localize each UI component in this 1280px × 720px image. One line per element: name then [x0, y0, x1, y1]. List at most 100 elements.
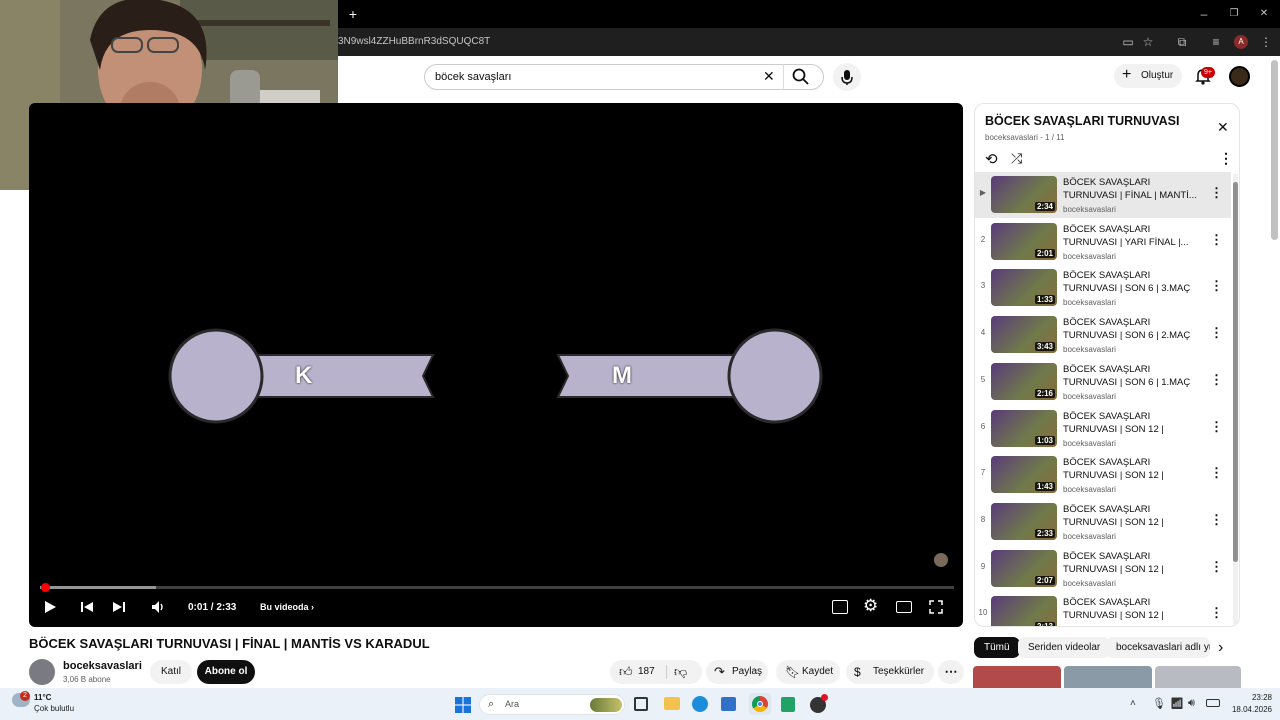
channel-name[interactable]: boceksavaslari — [63, 660, 142, 672]
recommended-thumbnail[interactable] — [973, 666, 1061, 688]
playlist-item[interactable]: 8 2:33 BÖCEK SAVAŞLARI TURNUVASI | SON 12 … — [975, 499, 1231, 545]
playlist-item-title[interactable]: BÖCEK SAVAŞLARI TURNUVASI | FİNAL | MANT… — [1063, 176, 1201, 202]
playlist-item-menu-icon[interactable]: ⋮ — [1210, 559, 1223, 574]
playlist-item-thumbnail[interactable]: 2:34 — [991, 176, 1057, 213]
video-player[interactable]: K M — [29, 103, 963, 627]
playlist-item-menu-icon[interactable]: ⋮ — [1210, 232, 1223, 247]
profile-avatar[interactable]: A — [1234, 35, 1248, 49]
playlist-item-menu-icon[interactable]: ⋮ — [1210, 466, 1223, 480]
playlist-item-menu-icon[interactable]: ⋮ — [1210, 372, 1223, 387]
playlist-item-title[interactable]: BÖCEK SAVAŞLARI TURNUVASI | SON 12 | 5.M… — [1063, 456, 1201, 482]
playlist-item-menu-icon[interactable]: ⋮ — [1210, 512, 1223, 527]
speaker-icon[interactable]: 🔊︎ — [1188, 697, 1195, 710]
subtitles-icon[interactable] — [832, 600, 848, 614]
window-close-button[interactable]: ✕ — [1256, 6, 1272, 22]
save-button[interactable]: 🔖︎ Kaydet — [776, 660, 840, 684]
voice-search-button[interactable] — [833, 63, 861, 91]
window-maximize-button[interactable]: ❐ — [1226, 6, 1242, 22]
join-button[interactable]: Katıl — [150, 660, 192, 684]
loop-icon[interactable]: ⟲ — [985, 150, 998, 168]
bookmark-star-icon[interactable]: ☆ — [1140, 34, 1156, 50]
playlist-item[interactable]: 10 2:13 BÖCEK SAVAŞLARI TURNUVASI | SON 12… — [975, 592, 1231, 626]
playlist-item-thumbnail[interactable]: 2:01 — [991, 222, 1057, 260]
playlist-item[interactable]: 7 1:43 BÖCEK SAVAŞLARI TURNUVASI | SON 12 … — [975, 452, 1231, 498]
chip-channel[interactable]: boceksavaslari adlı yü — [1106, 637, 1210, 658]
browser-menu-icon[interactable]: ⋮ — [1258, 34, 1274, 50]
cast-icon[interactable]: ▭ — [1120, 34, 1136, 50]
task-view-icon[interactable] — [634, 697, 648, 711]
spreadsheet-app-icon[interactable] — [781, 697, 795, 712]
like-thumb-icon[interactable]: 👍︎ — [619, 660, 633, 684]
share-button[interactable]: ↷ Paylaş — [706, 660, 768, 684]
playlist-item-title[interactable]: BÖCEK SAVAŞLARI TURNUVASI | SON 12 | 6.M… — [1063, 410, 1201, 436]
playlist-item-menu-icon[interactable]: ⋮ — [1210, 279, 1223, 293]
thanks-button[interactable]: $ Teşekkürler — [846, 660, 934, 684]
search-input[interactable]: böcek savaşları — [435, 71, 511, 83]
channel-avatar[interactable] — [29, 659, 55, 685]
play-button[interactable] — [42, 599, 58, 618]
battery-icon[interactable] — [1206, 699, 1220, 707]
playlist-menu-icon[interactable]: ⋮ — [1219, 150, 1233, 167]
microphone-tray-icon[interactable]: 🎙︎ — [1152, 697, 1166, 710]
playlist-item-menu-icon[interactable]: ⋮ — [1210, 326, 1223, 340]
playlist-item-title[interactable]: BÖCEK SAVAŞLARI TURNUVASI | YARI FİNAL |… — [1063, 223, 1201, 249]
playlist-item-menu-icon[interactable]: ⋮ — [1210, 186, 1223, 200]
playlist-item-title[interactable]: BÖCEK SAVAŞLARI TURNUVASI | SON 12 | 3.M… — [1063, 550, 1201, 576]
shuffle-icon[interactable]: ⤮ — [1011, 150, 1022, 167]
create-button[interactable]: + Oluştur — [1114, 64, 1182, 88]
window-minimize-button[interactable]: – — [1196, 6, 1212, 22]
playlist-item-thumbnail[interactable]: 2:16 — [991, 362, 1057, 400]
fullscreen-icon[interactable] — [929, 600, 943, 619]
chip-series[interactable]: Seriden videolar — [1018, 637, 1111, 658]
playlist-item-thumbnail[interactable]: 1:03 — [991, 409, 1057, 447]
taskbar-time[interactable]: 23:28 — [1228, 693, 1272, 702]
progress-scrubber[interactable] — [40, 583, 50, 592]
playlist-item-menu-icon[interactable]: ⋮ — [1210, 419, 1223, 434]
weather-temperature[interactable]: 11°C — [34, 693, 51, 702]
like-count[interactable]: 187 — [638, 660, 655, 684]
progress-bar[interactable] — [40, 586, 954, 589]
recommended-thumbnail[interactable] — [1155, 666, 1241, 688]
playlist-item-title[interactable]: BÖCEK SAVAŞLARI TURNUVASI | SON 6 | 1.MA… — [1063, 363, 1201, 389]
page-scrollbar-thumb[interactable] — [1271, 60, 1278, 240]
store-icon[interactable] — [721, 697, 736, 711]
playlist-item[interactable]: ▶ 2:34 BÖCEK SAVAŞLARI TURNUVASI | FİNAL |… — [975, 172, 1231, 218]
extensions-icon[interactable]: ⧉ — [1174, 34, 1190, 50]
playlist-scrollbar-thumb[interactable] — [1233, 182, 1238, 562]
tray-overflow-chevron-icon[interactable]: ˄ — [1130, 698, 1136, 709]
taskbar-search-box[interactable]: ⌕ Ara — [479, 694, 625, 715]
playlist-item-thumbnail[interactable]: 2:13 — [991, 596, 1057, 626]
playlist-item-thumbnail[interactable]: 2:07 — [991, 549, 1057, 587]
playlist-item-menu-icon[interactable]: ⋮ — [1210, 606, 1223, 620]
edge-browser-icon[interactable] — [692, 696, 708, 712]
close-playlist-icon[interactable]: ✕ — [1217, 119, 1229, 135]
new-tab-button[interactable]: + — [345, 6, 361, 22]
settings-gear-icon[interactable]: ⚙ — [863, 597, 878, 615]
recommended-thumbnail[interactable] — [1064, 666, 1152, 688]
wifi-icon[interactable]: 📶︎ — [1170, 697, 1184, 710]
user-avatar[interactable] — [1229, 66, 1250, 87]
playlist-title[interactable]: BÖCEK SAVAŞLARI TURNUVASI — [985, 114, 1179, 128]
theater-mode-icon[interactable] — [896, 601, 912, 613]
playlist-item[interactable]: 2 2:01 BÖCEK SAVAŞLARI TURNUVASI | YARI Fİ… — [975, 219, 1231, 265]
playlist-item-title[interactable]: BÖCEK SAVAŞLARI TURNUVASI | SON 12 | 2.M… — [1063, 596, 1201, 622]
playlist-item[interactable]: 3 1:33 BÖCEK SAVAŞLARI TURNUVASI | SON 6 |… — [975, 265, 1231, 311]
chip-all[interactable]: Tümü — [974, 637, 1020, 658]
search-icon[interactable] — [791, 67, 813, 87]
chrome-taskbar-button[interactable] — [749, 693, 771, 715]
playlist-item-title[interactable]: BÖCEK SAVAŞLARI TURNUVASI | SON 6 | 3.MA… — [1063, 269, 1201, 295]
search-box[interactable]: böcek savaşları ✕ — [424, 64, 824, 90]
playlist-item-title[interactable]: BÖCEK SAVAŞLARI TURNUVASI | SON 12 | 4.M… — [1063, 503, 1201, 529]
playlist-item-thumbnail[interactable]: 2:33 — [991, 502, 1057, 540]
weather-description[interactable]: Çok bulutlu — [34, 704, 74, 713]
volume-icon[interactable] — [150, 599, 166, 618]
playlist-item[interactable]: 4 3:43 BÖCEK SAVAŞLARI TURNUVASI | SON 6 |… — [975, 312, 1231, 358]
file-explorer-icon[interactable] — [664, 697, 680, 710]
next-video-icon[interactable] — [111, 599, 127, 618]
playlist-item-thumbnail[interactable]: 1:33 — [991, 269, 1057, 307]
previous-video-icon[interactable] — [79, 599, 95, 618]
media-controls-icon[interactable]: ≡ — [1208, 34, 1224, 50]
playlist-item[interactable]: 5 2:16 BÖCEK SAVAŞLARI TURNUVASI | SON 6 |… — [975, 359, 1231, 405]
chips-next-chevron-icon[interactable]: › — [1218, 640, 1223, 656]
more-actions-icon[interactable]: ⋯ — [938, 660, 964, 684]
